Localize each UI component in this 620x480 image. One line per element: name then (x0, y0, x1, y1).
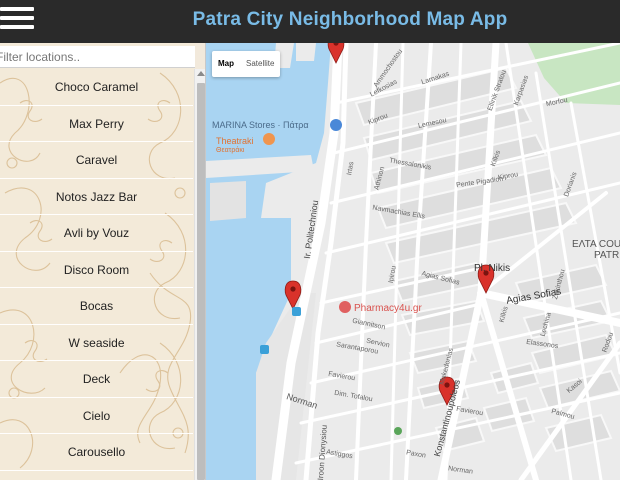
location-item-caravel[interactable]: Caravel (0, 142, 193, 179)
poi-pharmacy-label: Pharmacy4u.gr (354, 303, 422, 314)
sidebar: Choco Caramel Max Perry Caravel Notos Ja… (0, 43, 206, 480)
location-item-choco-caramel[interactable]: Choco Caramel (0, 69, 193, 106)
poi-pl-nikis-label: Pl. Nikis (474, 263, 511, 274)
scrollbar-thumb[interactable] (197, 83, 205, 480)
location-item-cielo[interactable]: Cielo (0, 398, 193, 434)
location-item-max-perry[interactable]: Max Perry (0, 106, 193, 142)
app-header: Patra City Neighborhood Map App (0, 0, 620, 43)
filter-locations-input[interactable] (0, 46, 195, 68)
poi-theatraki-greek-name: Θεατράκι (216, 147, 245, 154)
location-item-bocas[interactable]: Bocas (0, 288, 193, 325)
location-item-deck[interactable]: Deck (0, 361, 193, 398)
map-type-map-button[interactable]: Map (212, 51, 240, 77)
location-item-notos-jazz-bar[interactable]: Notos Jazz Bar (0, 179, 193, 215)
bus-stop-icon (260, 345, 269, 354)
location-item-carousello[interactable]: Carousello (0, 434, 193, 471)
poi-theatraki-name: Theatraki (216, 136, 254, 146)
poi-elta-label-2: PATR (594, 250, 620, 261)
poi-theatraki-label: Theatraki Θεατράκι (216, 137, 254, 155)
location-item-disco-room[interactable]: Disco Room (0, 252, 193, 288)
map-view[interactable]: Map Satellite MARINA Stores · Πάτρα Thea… (206, 43, 620, 480)
park-poi-icon (394, 427, 402, 435)
store-poi-icon (330, 119, 342, 131)
map-type-control: Map Satellite (212, 51, 281, 77)
app-title: Patra City Neighborhood Map App (192, 9, 508, 30)
location-item-w-seaside[interactable]: W seaside (0, 325, 193, 361)
location-item-avli-by-vouz[interactable]: Avli by Vouz (0, 215, 193, 252)
bus-stop-icon (292, 307, 301, 316)
poi-elta-label: ΕΛΤΑ COU (572, 239, 620, 250)
sidebar-scrollbar[interactable] (194, 69, 205, 480)
theatre-poi-icon (263, 133, 275, 145)
poi-marina-label: MARINA Stores · Πάτρα (212, 120, 309, 130)
map-type-satellite-button[interactable]: Satellite (240, 51, 280, 77)
location-list: Choco Caramel Max Perry Caravel Notos Ja… (0, 69, 193, 471)
pharmacy-poi-icon (339, 301, 351, 313)
scroll-up-arrow-icon[interactable] (197, 71, 205, 76)
app-root: Patra City Neighborhood Map App Filter l… (0, 0, 620, 480)
